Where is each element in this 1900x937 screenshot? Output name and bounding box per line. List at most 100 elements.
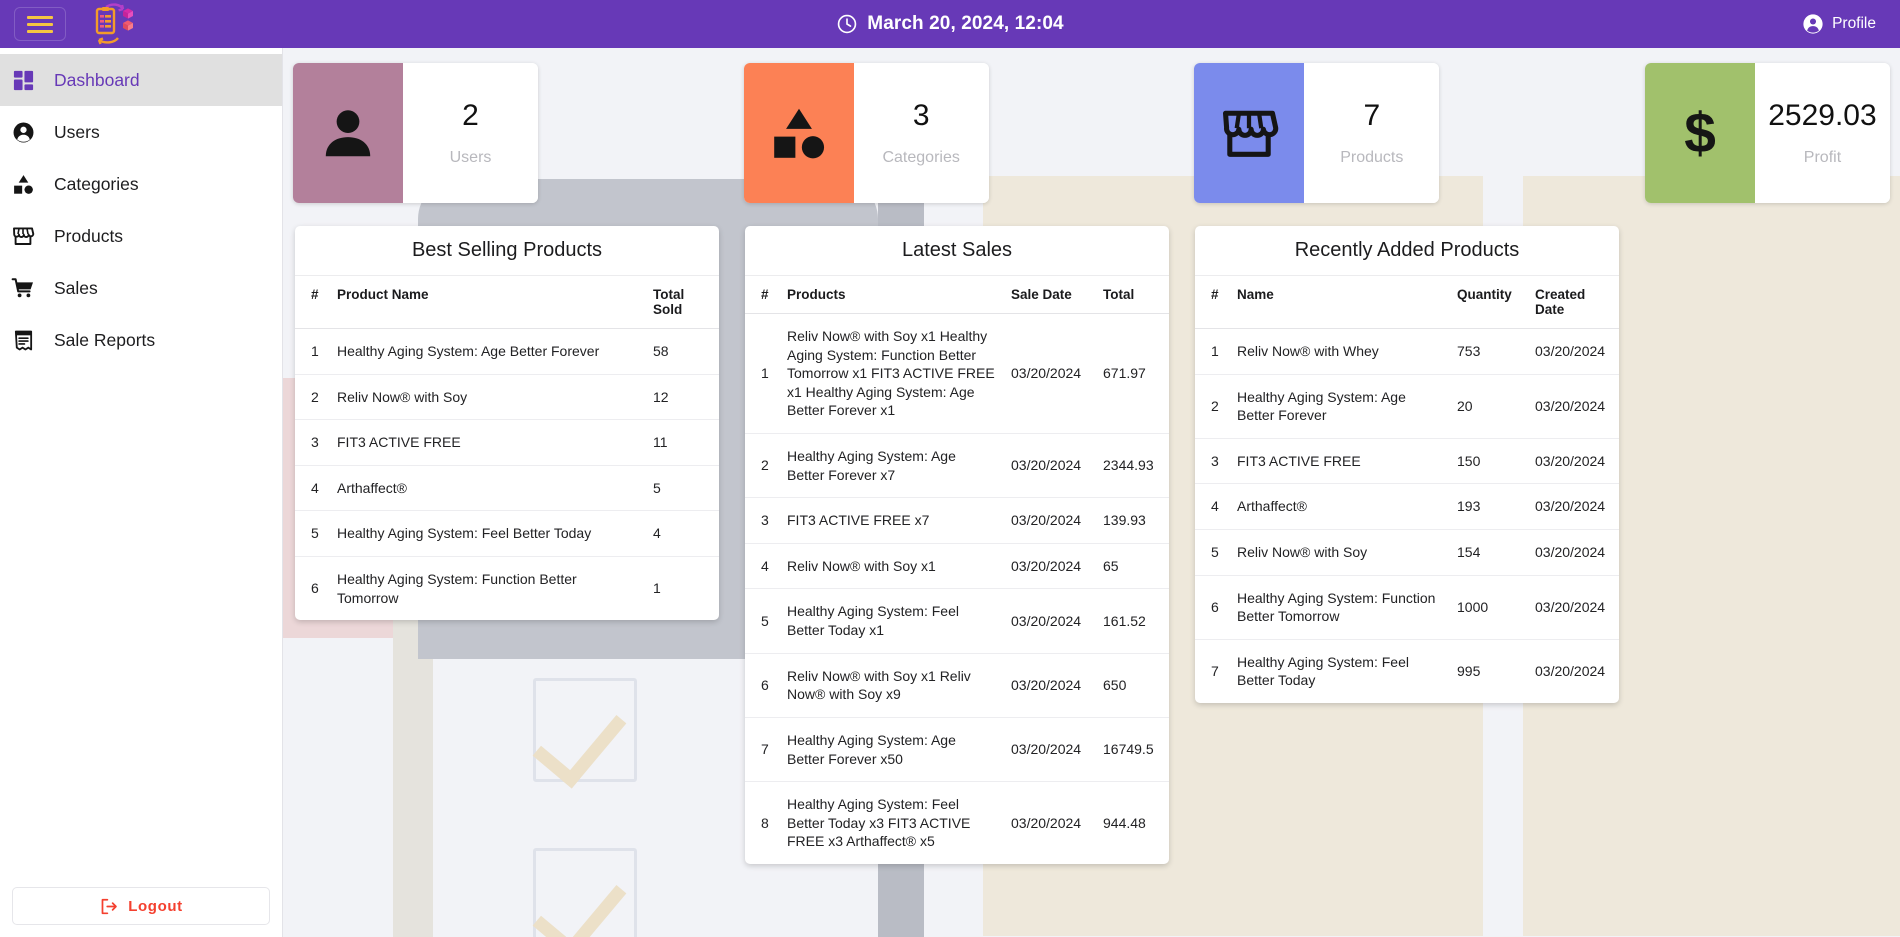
stat-card-users[interactable]: 2 Users bbox=[293, 63, 538, 203]
profile-button[interactable]: Profile bbox=[1802, 13, 1876, 35]
cell-product-name: Arthaffect® bbox=[329, 465, 645, 512]
cell-sale-date: 03/20/2024 bbox=[1003, 313, 1095, 435]
stat-card-products[interactable]: 7 Products bbox=[1194, 63, 1440, 203]
table-row[interactable]: 2 Reliv Now® with Soy 12 bbox=[295, 374, 719, 421]
sidebar-item-label: Sales bbox=[54, 277, 98, 298]
cell-created-date: 03/20/2024 bbox=[1527, 438, 1619, 485]
stat-card-categories[interactable]: 3 Categories bbox=[743, 63, 989, 203]
table-row[interactable]: 6 Healthy Aging System: Function Better … bbox=[1195, 575, 1619, 640]
table-row[interactable]: 1 Healthy Aging System: Age Better Forev… bbox=[295, 328, 719, 375]
table-row[interactable]: 1 Reliv Now® with Whey 753 03/20/2024 bbox=[1195, 328, 1619, 375]
storefront-icon bbox=[8, 221, 38, 251]
latest-sales-table: # Products Sale Date Total 1 Reliv Now® … bbox=[745, 275, 1169, 864]
inventory-clipboard-logo[interactable] bbox=[90, 3, 136, 45]
cell-index: 6 bbox=[311, 580, 319, 597]
stat-card-profit[interactable]: $ 2529.03 Profit bbox=[1644, 63, 1890, 203]
cell-name: Reliv Now® with Soy bbox=[1229, 529, 1449, 576]
table-row[interactable]: 5 Healthy Aging System: Feel Better Toda… bbox=[295, 510, 719, 558]
cell-index: 3 bbox=[295, 419, 329, 466]
table-row[interactable]: 5 Reliv Now® with Soy 154 03/20/2024 bbox=[1195, 529, 1619, 576]
sidebar-nav-list: Dashboard Users Categories Products Sale… bbox=[0, 48, 282, 887]
best-selling-products-table: # Product Name Total Sold 1 Healthy Agin… bbox=[295, 275, 719, 620]
cell-total-sold: 5 bbox=[645, 465, 719, 512]
table-row[interactable]: 6 Healthy Aging System: Function Better … bbox=[295, 557, 719, 621]
profile-label: Profile bbox=[1832, 15, 1876, 32]
cell-sale-date: 03/20/2024 bbox=[1003, 653, 1095, 718]
cell-name: Arthaffect® bbox=[1229, 483, 1449, 531]
cell-created-date: 03/20/2024 bbox=[1527, 328, 1619, 375]
sidebar-item-sale-reports[interactable]: Sale Reports bbox=[0, 314, 282, 366]
table-row[interactable]: 7 Healthy Aging System: Feel Better Toda… bbox=[1195, 639, 1619, 703]
stat-cards-row: 2 Users 3 Categories 7 Products $ 2529.0… bbox=[283, 48, 1900, 203]
panel-title: Recently Added Products bbox=[1294, 239, 1520, 261]
sidebar-item-sales[interactable]: Sales bbox=[0, 262, 282, 314]
recently-added-products-table: # Name Quantity Created Date 1 Reliv Now… bbox=[1195, 275, 1619, 703]
person-icon bbox=[325, 110, 371, 157]
cell-name: Healthy Aging System: Feel Better Today bbox=[1237, 653, 1409, 689]
latest-sales-panel: Latest Sales # Products Sale Date Total … bbox=[745, 226, 1169, 864]
stat-label: Profit bbox=[1803, 149, 1842, 166]
column-header-total-sold: Total Sold bbox=[645, 275, 719, 329]
cell-total: 16749.5 bbox=[1095, 717, 1169, 783]
logout-button[interactable]: Logout bbox=[12, 887, 270, 925]
cell-index: 8 bbox=[761, 814, 769, 831]
table-row[interactable]: 3 FIT3 ACTIVE FREE x7 03/20/2024 139.93 bbox=[745, 497, 1169, 544]
top-bar: March 20, 2024, 12:04 Profile bbox=[0, 0, 1900, 48]
stat-label: Products bbox=[1340, 149, 1404, 166]
column-header-created-date: Created Date bbox=[1527, 275, 1619, 329]
content-inner: 2 Users 3 Categories 7 Products $ 2529.0… bbox=[283, 48, 1900, 864]
hamburger-menu-icon[interactable] bbox=[14, 7, 66, 41]
cell-total: 139.93 bbox=[1095, 497, 1169, 544]
column-header-quantity: Quantity bbox=[1449, 275, 1527, 329]
cell-quantity: 1000 bbox=[1449, 575, 1527, 640]
sidebar-item-users[interactable]: Users bbox=[0, 106, 282, 158]
stat-body: 3 Categories bbox=[853, 63, 989, 203]
table-panels-row: Best Selling Products # Product Name Tot… bbox=[283, 203, 1900, 864]
cell-products: Reliv Now® with Soy x1 bbox=[779, 543, 1003, 590]
table-row[interactable]: 3 FIT3 ACTIVE FREE 11 bbox=[295, 419, 719, 466]
logout-icon bbox=[101, 898, 118, 914]
cell-name: FIT3 ACTIVE FREE bbox=[1229, 438, 1449, 485]
sidebar: Dashboard Users Categories Products Sale… bbox=[0, 48, 283, 937]
sidebar-item-products[interactable]: Products bbox=[0, 210, 282, 262]
cell-created-date: 03/20/2024 bbox=[1527, 374, 1619, 439]
table-row[interactable]: 7 Healthy Aging System: Age Better Forev… bbox=[745, 717, 1169, 783]
table-row[interactable]: 5 Healthy Aging System: Feel Better Toda… bbox=[745, 588, 1169, 654]
cell-sale-date: 03/20/2024 bbox=[1003, 588, 1095, 654]
cell-total-sold: 11 bbox=[645, 419, 719, 466]
cell-products: Healthy Aging System: Feel Better Today … bbox=[779, 588, 1003, 654]
cell-products: Healthy Aging System: Age Better Forever… bbox=[779, 717, 1003, 783]
stat-value: 2 bbox=[462, 99, 479, 132]
table-row[interactable]: 4 Arthaffect® 193 03/20/2024 bbox=[1195, 483, 1619, 531]
cell-products: Healthy Aging System: Age Better Forever… bbox=[779, 433, 1003, 499]
column-header-sale-date: Sale Date bbox=[1003, 275, 1095, 314]
shopping-cart-icon bbox=[8, 273, 38, 303]
table-row[interactable]: 2 Healthy Aging System: Age Better Forev… bbox=[745, 433, 1169, 499]
table-row[interactable]: 1 Reliv Now® with Soy x1 Healthy Aging S… bbox=[745, 313, 1169, 435]
cell-sale-date: 03/20/2024 bbox=[1011, 814, 1082, 831]
cell-index: 7 bbox=[745, 717, 779, 783]
table-row[interactable]: 8 Healthy Aging System: Feel Better Toda… bbox=[745, 782, 1169, 864]
cell-created-date: 03/20/2024 bbox=[1527, 483, 1619, 531]
cell-products: Reliv Now® with Soy x1 Healthy Aging Sys… bbox=[779, 313, 1003, 435]
cell-index: 1 bbox=[295, 328, 329, 375]
cell-total-sold: 4 bbox=[645, 510, 719, 558]
table-row[interactable]: 3 FIT3 ACTIVE FREE 150 03/20/2024 bbox=[1195, 438, 1619, 485]
cell-index: 3 bbox=[745, 497, 779, 544]
stat-value: 3 bbox=[912, 99, 930, 132]
cell-product-name: Reliv Now® with Soy bbox=[329, 374, 645, 421]
cell-total: 671.97 bbox=[1095, 313, 1169, 435]
stat-label: Categories bbox=[882, 149, 960, 166]
sidebar-item-dashboard[interactable]: Dashboard bbox=[0, 54, 282, 106]
receipt-icon bbox=[8, 325, 38, 355]
table-row[interactable]: 2 Healthy Aging System: Age Better Forev… bbox=[1195, 374, 1619, 439]
table-row[interactable]: 4 Arthaffect® 5 bbox=[295, 465, 719, 512]
sidebar-item-categories[interactable]: Categories bbox=[0, 158, 282, 210]
cell-index: 2 bbox=[745, 433, 779, 499]
cell-quantity: 154 bbox=[1449, 529, 1527, 576]
panel-title: Latest Sales bbox=[901, 239, 1013, 261]
dashboard-grid-icon bbox=[8, 65, 38, 95]
table-row[interactable]: 4 Reliv Now® with Soy x1 03/20/2024 65 bbox=[745, 543, 1169, 590]
table-row[interactable]: 6 Reliv Now® with Soy x1 Reliv Now® with… bbox=[745, 653, 1169, 718]
stat-icon-pane: $ bbox=[1644, 63, 1755, 203]
